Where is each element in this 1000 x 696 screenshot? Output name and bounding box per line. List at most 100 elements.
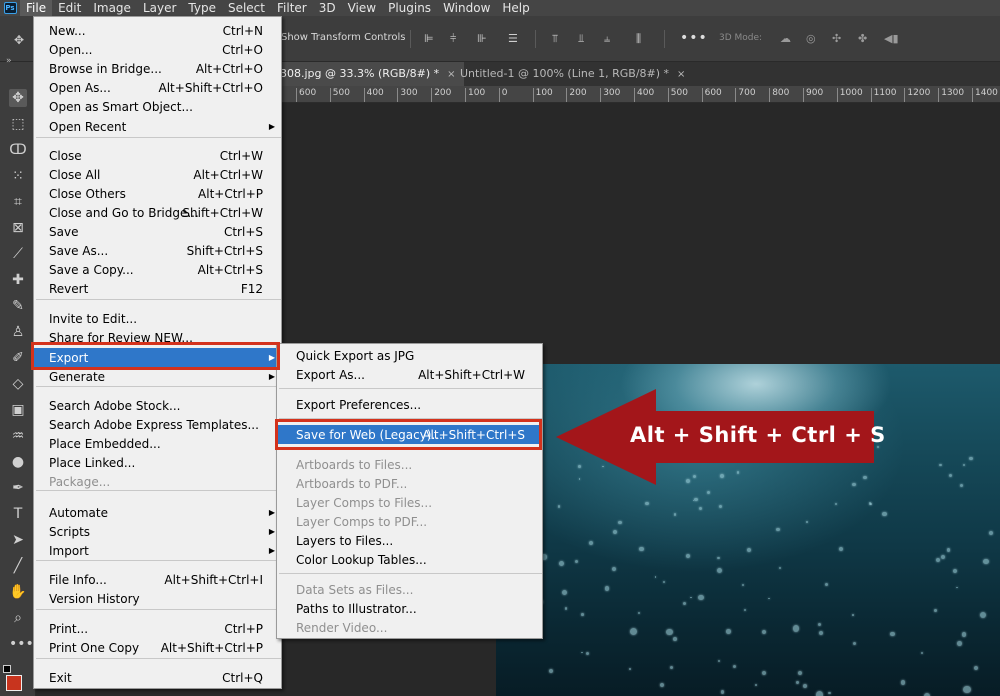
menu-3d[interactable]: 3D (313, 0, 342, 16)
file-menu-item-share-for-review-new[interactable]: Share for Review NEW... (34, 328, 281, 347)
eyedropper-tool-icon[interactable]: ⟋ (9, 245, 27, 263)
line-tool-icon[interactable]: ╱ (9, 557, 27, 575)
export-menu-item-paths-to-illustrator[interactable]: Paths to Illustrator... (277, 599, 542, 618)
export-menu-item-save-for-web-legacy[interactable]: Save for Web (Legacy)... Alt+Shift+Ctrl+S (277, 425, 542, 444)
clone-stamp-tool-icon[interactable]: ♙ (9, 323, 27, 341)
dodge-tool-icon[interactable]: ● (9, 453, 27, 471)
file-menu-item-generate[interactable]: Generate ▶ (34, 367, 281, 386)
more-tools-icon[interactable]: ••• (9, 635, 34, 653)
show-transform-controls-label[interactable]: Show Transform Controls (281, 32, 405, 43)
export-menu-item-export-preferences[interactable]: Export Preferences... (277, 395, 542, 414)
background-color-swatch[interactable] (3, 665, 11, 673)
file-menu-item-save-as[interactable]: Save As... Shift+Ctrl+S (34, 241, 281, 260)
menu-file[interactable]: File (20, 0, 53, 16)
tab-document-308[interactable]: 308.jpg @ 33.3% (RGB/8#) * × (272, 62, 464, 86)
menu-item-label: New... (49, 23, 86, 38)
eraser-tool-icon[interactable]: ◇ (9, 375, 27, 393)
file-menu-item-close-all[interactable]: Close All Alt+Ctrl+W (34, 165, 281, 184)
align-top-icon[interactable]: ⫪ (552, 32, 558, 46)
more-options-icon[interactable]: ••• (680, 30, 708, 46)
file-menu-item-print[interactable]: Print... Ctrl+P (34, 619, 281, 638)
file-menu-item-export[interactable]: Export ▶ (34, 348, 281, 367)
healing-brush-tool-icon[interactable]: ✚ (9, 271, 27, 289)
distribute-icon[interactable]: ☰ (508, 32, 518, 46)
close-tab-icon[interactable]: × (677, 69, 685, 80)
file-menu-item-open[interactable]: Open... Ctrl+O (34, 40, 281, 59)
align-right-icon[interactable]: ⊪ (477, 32, 487, 46)
file-menu-item-browse-in-bridge[interactable]: Browse in Bridge... Alt+Ctrl+O (34, 59, 281, 78)
align-center-icon[interactable]: ⫩ (450, 32, 456, 46)
3d-slide-icon[interactable]: ✤ (858, 32, 867, 46)
menu-edit[interactable]: Edit (52, 0, 87, 16)
menu-separator (36, 658, 281, 659)
file-menu-item-import[interactable]: Import ▶ (34, 541, 281, 560)
file-menu-item-place-embedded[interactable]: Place Embedded... (34, 434, 281, 453)
file-menu-item-scripts[interactable]: Scripts ▶ (34, 522, 281, 541)
file-menu-item-open-as-smart-object[interactable]: Open as Smart Object... (34, 97, 281, 116)
file-menu-item-invite-to-edit[interactable]: Invite to Edit... (34, 309, 281, 328)
export-menu-item-layers-to-files[interactable]: Layers to Files... (277, 531, 542, 550)
menu-filter[interactable]: Filter (271, 0, 313, 16)
gradient-tool-icon[interactable]: ▣ (9, 401, 27, 419)
bubble (792, 624, 800, 632)
file-menu-item-save-a-copy[interactable]: Save a Copy... Alt+Ctrl+S (34, 260, 281, 279)
file-menu-item-close-and-go-to-bridge[interactable]: Close and Go to Bridge... Shift+Ctrl+W (34, 203, 281, 222)
pen-tool-icon[interactable]: ✒ (9, 479, 27, 497)
file-menu-item-place-linked[interactable]: Place Linked... (34, 453, 281, 472)
file-menu-item-exit[interactable]: Exit Ctrl+Q (34, 668, 281, 687)
frame-tool-icon[interactable]: ⊠ (9, 219, 27, 237)
3d-orbit-icon[interactable]: ☁ (780, 32, 791, 46)
history-brush-tool-icon[interactable]: ✐ (9, 349, 27, 367)
3d-camera-icon[interactable]: ◀▮ (884, 32, 899, 46)
tab-document-untitled[interactable]: Untitled-1 @ 100% (Line 1, RGB/8#) * × (452, 62, 693, 86)
file-menu-item-file-info[interactable]: File Info... Alt+Shift+Ctrl+I (34, 570, 281, 589)
file-menu-item-revert[interactable]: Revert F12 (34, 279, 281, 298)
menu-help[interactable]: Help (496, 0, 535, 16)
hand-tool-icon[interactable]: ✋ (9, 583, 27, 601)
3d-roll-icon[interactable]: ◎ (806, 32, 816, 46)
distribute-vertical-icon[interactable]: ⫼ (636, 32, 641, 46)
move-tool-icon[interactable]: ✥ (9, 89, 27, 107)
brush-tool-icon[interactable]: ✎ (9, 297, 27, 315)
menu-layer[interactable]: Layer (137, 0, 182, 16)
blur-tool-icon[interactable]: ♒ (9, 427, 27, 445)
menu-image[interactable]: Image (87, 0, 137, 16)
export-menu-item-quick-export-as-jpg[interactable]: Quick Export as JPG (277, 346, 542, 365)
export-menu-item-color-lookup-tables[interactable]: Color Lookup Tables... (277, 550, 542, 569)
align-middle-icon[interactable]: ⫫ (578, 32, 584, 46)
file-menu-item-new[interactable]: New... Ctrl+N (34, 21, 281, 40)
3d-pan-icon[interactable]: ✣ (832, 32, 841, 46)
type-tool-icon[interactable]: T (9, 505, 27, 523)
file-menu-item-open-as[interactable]: Open As... Alt+Shift+Ctrl+O (34, 78, 281, 97)
collapse-panel-icon[interactable]: » (6, 56, 12, 66)
menu-type[interactable]: Type (182, 0, 222, 16)
move-tool-preset-icon[interactable]: ✥ (14, 33, 28, 47)
file-menu-item-search-adobe-stock[interactable]: Search Adobe Stock... (34, 396, 281, 415)
marquee-tool-icon[interactable]: ⬚ (9, 115, 27, 133)
file-menu-item-print-one-copy[interactable]: Print One Copy Alt+Shift+Ctrl+P (34, 638, 281, 657)
path-selection-tool-icon[interactable]: ➤ (9, 531, 27, 549)
bubble (818, 630, 824, 636)
quick-select-tool-icon[interactable]: ⁙ (9, 167, 27, 185)
foreground-color-swatch[interactable] (6, 675, 22, 691)
lasso-tool-icon[interactable]: ↀ (9, 141, 27, 159)
crop-tool-icon[interactable]: ⌗ (9, 193, 27, 211)
bubble (689, 596, 692, 599)
file-menu-item-open-recent[interactable]: Open Recent ▶ (34, 117, 281, 136)
file-menu-item-save[interactable]: Save Ctrl+S (34, 222, 281, 241)
menu-window[interactable]: Window (437, 0, 496, 16)
file-menu-item-close[interactable]: Close Ctrl+W (34, 146, 281, 165)
align-bottom-icon[interactable]: ⫨ (604, 32, 610, 46)
align-left-icon[interactable]: ⊫ (424, 32, 434, 46)
menu-plugins[interactable]: Plugins (382, 0, 437, 16)
file-menu-item-close-others[interactable]: Close Others Alt+Ctrl+P (34, 184, 281, 203)
menu-select[interactable]: Select (222, 0, 271, 16)
file-menu-item-automate[interactable]: Automate ▶ (34, 503, 281, 522)
menu-view[interactable]: View (342, 0, 382, 16)
zoom-tool-icon[interactable]: ⌕ (9, 609, 27, 627)
bubble (920, 651, 924, 655)
export-menu-item-export-as[interactable]: Export As... Alt+Shift+Ctrl+W (277, 365, 542, 384)
file-menu-item-search-adobe-express-templates[interactable]: Search Adobe Express Templates... (34, 415, 281, 434)
file-menu-item-version-history[interactable]: Version History (34, 589, 281, 608)
bubble (776, 527, 780, 532)
